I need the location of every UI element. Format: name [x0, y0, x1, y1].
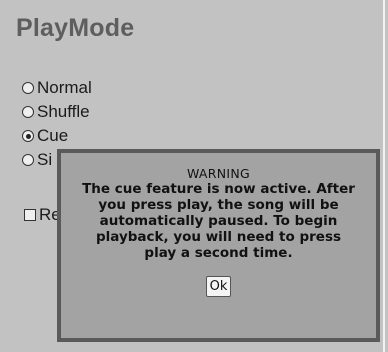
- radio-button-cue[interactable]: [22, 130, 34, 142]
- radio-option-cue[interactable]: Cue: [22, 124, 92, 148]
- checkbox-option[interactable]: Re: [24, 205, 61, 225]
- dialog-message-line: playback, you will need to press: [95, 229, 342, 245]
- checkbox[interactable]: [24, 209, 36, 221]
- warning-dialog: WARNING The cue feature is now active. A…: [57, 149, 380, 342]
- radio-label-normal: Normal: [37, 78, 92, 97]
- radio-button-normal[interactable]: [22, 82, 34, 94]
- dialog-message: The cue feature is now active. After you…: [64, 181, 374, 261]
- radio-option-normal[interactable]: Normal: [22, 76, 92, 100]
- radio-label-partial: Si: [37, 150, 53, 169]
- ok-button[interactable]: Ok: [205, 276, 232, 297]
- dialog-message-line: automatically paused. To begin: [99, 213, 338, 229]
- dialog-message-line: play a second time.: [144, 245, 293, 261]
- radio-label-shuffle: Shuffle: [37, 102, 90, 121]
- page-title: PlayMode: [16, 14, 135, 42]
- dialog-title: WARNING: [186, 166, 251, 181]
- radio-button-shuffle[interactable]: [22, 106, 34, 118]
- radio-label-cue: Cue: [37, 126, 69, 145]
- dialog-message-line: The cue feature is now active. After: [82, 181, 355, 197]
- radio-button-partial[interactable]: [22, 154, 34, 166]
- dialog-message-line: you press play, the song will be: [98, 197, 339, 213]
- radio-option-shuffle[interactable]: Shuffle: [22, 100, 92, 124]
